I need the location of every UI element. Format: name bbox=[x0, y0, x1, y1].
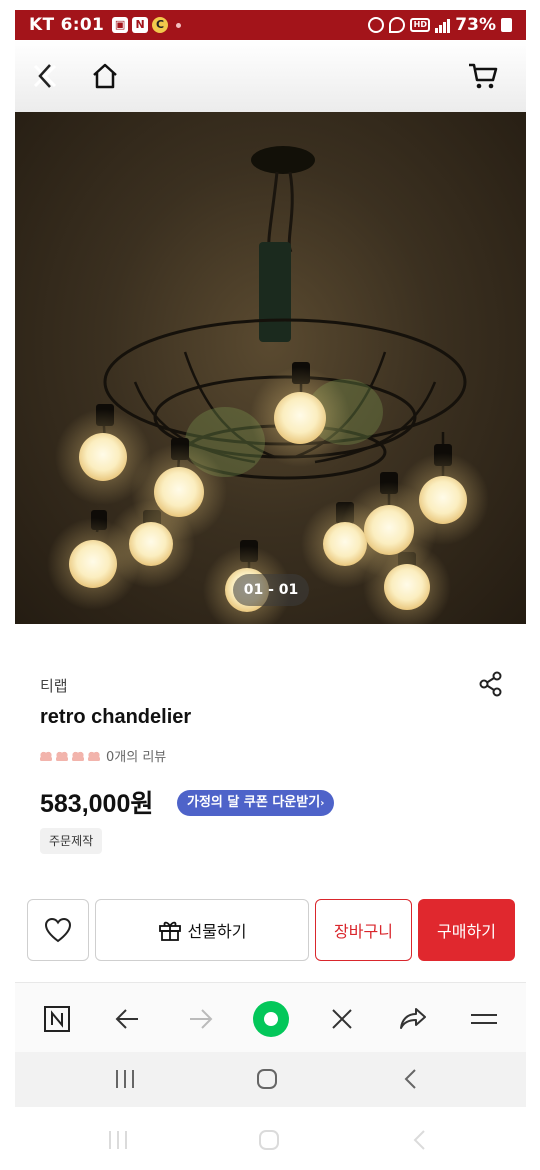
system-home-icon bbox=[257, 1069, 277, 1089]
purchase-bar: 선물하기 장바구니 구매하기 bbox=[15, 890, 526, 974]
close-icon bbox=[332, 1009, 352, 1029]
notification-icons: ▣ N C bbox=[112, 17, 182, 33]
cart-icon bbox=[469, 63, 498, 89]
system-back-icon bbox=[404, 1069, 416, 1089]
system-back-button[interactable] bbox=[391, 1064, 431, 1094]
outer-back-icon bbox=[400, 1125, 440, 1155]
review-summary[interactable]: 0개의 리뷰 bbox=[40, 746, 166, 765]
image-icon: ▣ bbox=[112, 17, 129, 33]
outer-system-nav bbox=[0, 1117, 540, 1161]
back-button[interactable] bbox=[108, 999, 148, 1039]
product-image[interactable]: 01 - 01 bbox=[15, 112, 526, 624]
rating-icon bbox=[72, 750, 84, 761]
forward-button[interactable] bbox=[180, 999, 220, 1039]
home-button[interactable] bbox=[87, 58, 123, 94]
menu-button[interactable] bbox=[464, 999, 504, 1039]
phone-screen: KT 6:01 ▣ N C HD 73% 01 - 01 티랩 retro ch… bbox=[15, 10, 526, 1107]
naver-tab-button[interactable] bbox=[37, 999, 77, 1039]
outer-recent-apps-icon bbox=[98, 1125, 138, 1155]
status-bar: KT 6:01 ▣ N C HD 73% bbox=[15, 10, 526, 40]
review-count: 0개의 리뷰 bbox=[106, 750, 167, 765]
product-price: 583,000원 bbox=[40, 790, 154, 818]
naver-n-icon bbox=[44, 1006, 70, 1032]
gift-label: 선물하기 bbox=[187, 922, 247, 941]
green-dot-button[interactable] bbox=[251, 999, 291, 1039]
share-page-button[interactable] bbox=[393, 999, 433, 1039]
buy-now-button[interactable]: 구매하기 bbox=[418, 899, 515, 961]
battery-icon bbox=[501, 18, 512, 32]
browser-toolbar bbox=[15, 982, 526, 1062]
gift-button[interactable]: 선물하기 bbox=[95, 899, 309, 961]
green-dot-icon bbox=[253, 1001, 289, 1037]
naver-icon: N bbox=[132, 17, 149, 33]
hd-icon: HD bbox=[410, 18, 431, 32]
product-title: retro chandelier bbox=[40, 706, 192, 728]
signal-icon bbox=[435, 17, 451, 33]
close-back-icon bbox=[33, 64, 57, 88]
brand-name[interactable]: 티랩 bbox=[40, 675, 68, 696]
location-icon bbox=[389, 17, 406, 33]
system-home-button[interactable] bbox=[247, 1064, 287, 1094]
outer-home-icon bbox=[249, 1125, 289, 1155]
close-tab-button[interactable] bbox=[322, 999, 362, 1039]
heart-icon bbox=[44, 917, 72, 943]
app-header bbox=[15, 40, 526, 112]
coupon-label: 가정의 달 쿠폰 다운받기 bbox=[187, 795, 321, 810]
home-icon bbox=[93, 63, 117, 89]
close-back-button[interactable] bbox=[27, 58, 63, 94]
rating-stars bbox=[40, 750, 100, 761]
cart-button[interactable] bbox=[465, 58, 501, 94]
image-pager: 01 - 01 bbox=[233, 574, 309, 606]
recent-apps-icon bbox=[116, 1070, 134, 1088]
rating-icon bbox=[56, 750, 68, 761]
rating-icon bbox=[88, 750, 100, 761]
add-to-cart-button[interactable]: 장바구니 bbox=[315, 899, 412, 961]
forward-share-icon bbox=[400, 1008, 426, 1029]
wishlist-button[interactable] bbox=[27, 899, 89, 961]
chandelier-illustration bbox=[47, 146, 489, 624]
custom-order-tag: 주문제작 bbox=[40, 828, 103, 854]
gift-icon bbox=[158, 921, 181, 941]
more-notif-dot bbox=[176, 22, 182, 28]
menu-icon bbox=[471, 1014, 497, 1024]
rating-icon bbox=[40, 750, 52, 761]
coupang-icon: C bbox=[152, 17, 169, 33]
chevron-right-icon: › bbox=[320, 798, 325, 809]
share-button[interactable] bbox=[477, 670, 505, 698]
system-status: HD 73% bbox=[368, 15, 512, 35]
carrier-time: KT 6:01 bbox=[29, 15, 105, 35]
arrow-right-icon bbox=[190, 1009, 213, 1029]
share-icon bbox=[479, 671, 502, 697]
coupon-download-button[interactable]: 가정의 달 쿠폰 다운받기› bbox=[177, 790, 335, 816]
battery-percent: 73% bbox=[455, 15, 496, 35]
arrow-left-icon bbox=[115, 1009, 138, 1029]
recent-apps-button[interactable] bbox=[105, 1064, 145, 1094]
alarm-icon bbox=[368, 17, 385, 33]
system-nav-bar bbox=[15, 1052, 526, 1107]
